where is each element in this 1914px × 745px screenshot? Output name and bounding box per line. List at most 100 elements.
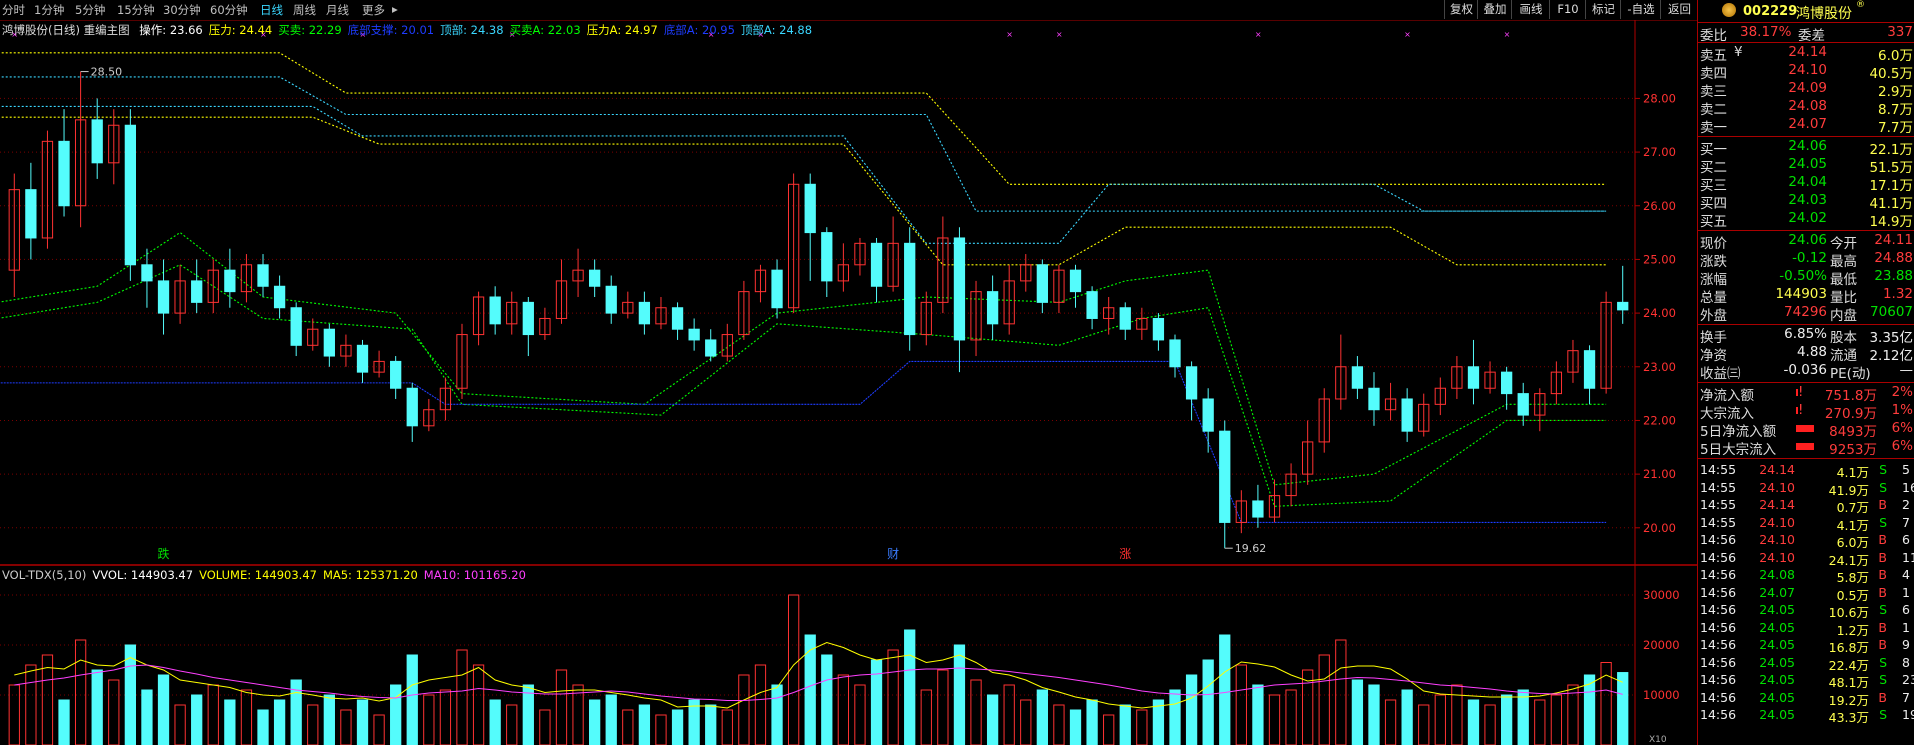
fundamental-row: 收益㈢ -0.036 PE(动) —	[1698, 362, 1914, 382]
volume-bar	[1550, 694, 1563, 745]
divider	[1698, 22, 1914, 23]
stat-value-2: 70607	[1870, 304, 1913, 320]
tick-volume: 4.1万	[1836, 517, 1869, 533]
volume-bar	[8, 684, 20, 745]
volume-bar	[58, 699, 70, 745]
volume-bar	[472, 664, 485, 745]
ask-row: 卖三 24.09 2.9万	[1698, 80, 1914, 100]
tick-row: 14:55 24.10 41.9万 S 16	[1698, 480, 1914, 498]
candle-body	[605, 285, 617, 314]
timeframe-tab-7[interactable]: 周线	[293, 2, 316, 18]
volume-bar	[986, 694, 999, 745]
vol-legend-item-2: VOLUME: 144903.47	[199, 568, 317, 582]
tick-side: S	[1879, 479, 1887, 495]
volume-bar	[705, 704, 717, 745]
timeframe-tab-3[interactable]: 15分钟	[117, 2, 155, 18]
toolbar-button-5[interactable]: -自选	[1620, 0, 1661, 19]
tick-volume: 43.3万	[1828, 710, 1869, 725]
volume-tick-label: 20000	[1643, 638, 1680, 652]
top-line-b	[0, 105, 1607, 244]
legend-item-5: 买卖A: 22.03	[509, 23, 581, 37]
tick-count: 11	[1902, 549, 1914, 565]
volume-bar	[240, 689, 253, 745]
tick-price: 24.05	[1759, 672, 1795, 687]
timeframe-tab-4[interactable]: 30分钟	[163, 2, 201, 18]
candle-body	[406, 387, 418, 427]
candle-body	[953, 237, 966, 341]
flow-bar	[1796, 443, 1814, 450]
fundamental-row: 净资 4.88 流通 2.12亿	[1698, 344, 1914, 364]
toolbar-button-2[interactable]: 画线	[1511, 0, 1550, 19]
tick-row: 14:56 24.05 16.8万 B 9	[1698, 637, 1914, 655]
kline-chart[interactable]: 28.00 27.00 26.00 25.00 24.00 23.00 22.00 21.00…	[0, 0, 1697, 745]
bid-price: 24.04	[1788, 174, 1827, 190]
volume-bar	[1103, 714, 1115, 745]
stat-value: -0.50%	[1779, 268, 1827, 284]
stock-name: 鸿博股份	[1796, 6, 1852, 22]
tick-price: 24.14	[1759, 462, 1795, 477]
bid-volume: 22.1万	[1869, 142, 1913, 158]
volume-bar	[1285, 689, 1297, 745]
timeframe-tab-1[interactable]: 1分钟	[34, 2, 64, 18]
high-marker-label: 28.50	[91, 66, 123, 79]
volume-bar	[1318, 654, 1330, 745]
vol-legend-item-4: MA10: 101165.20	[423, 568, 526, 582]
ask-volume: 2.9万	[1878, 84, 1913, 100]
timeframe-tab-6[interactable]: 日线	[260, 2, 283, 18]
chart-title: 鸿博股份(日线) 重编主图	[2, 23, 130, 37]
toolbar-button-0[interactable]: 复权	[1444, 0, 1478, 19]
tick-time: 14:56	[1700, 654, 1737, 670]
volume-bar	[340, 709, 352, 745]
fund-label-2: 股本	[1830, 330, 1857, 346]
volume-bar	[390, 684, 402, 745]
legend-item-3: 底部支撑: 20.01	[347, 23, 435, 37]
candle-body	[157, 280, 170, 314]
toolbar-button-1[interactable]: 叠加	[1477, 0, 1512, 19]
toolbar-button-3[interactable]: F10	[1549, 0, 1586, 19]
stat-value-2: 24.88	[1874, 250, 1913, 266]
weicha-label: 委差	[1798, 28, 1825, 44]
timeframe-tab-5[interactable]: 60分钟	[210, 2, 248, 18]
candle-body	[1119, 307, 1131, 330]
bid-price: 24.03	[1788, 192, 1827, 208]
resistance-line-b	[0, 116, 1607, 266]
volume-bar	[1434, 694, 1446, 745]
more-arrow-icon[interactable]: ▸	[392, 2, 398, 16]
candle-body	[870, 242, 883, 287]
candle-body	[986, 291, 999, 325]
candle-body	[821, 232, 833, 282]
bid-label: 买一	[1700, 142, 1727, 158]
bid-label: 买二	[1700, 160, 1727, 176]
timeframe-tab-8[interactable]: 月线	[326, 2, 349, 18]
candle-body	[257, 264, 269, 287]
scale-label: X10	[1649, 735, 1667, 745]
fund-value-2: 3.35亿	[1869, 330, 1913, 346]
bid-row: 买二 24.05 51.5万	[1698, 156, 1914, 176]
timeframe-tab-0[interactable]: 分时	[2, 2, 25, 18]
ask-row: 卖五 ¥24.14 6.0万	[1698, 44, 1914, 64]
volume-bar	[920, 689, 932, 745]
ask-label: 卖四	[1700, 66, 1727, 82]
tick-count: 6	[1902, 532, 1910, 547]
volume-bar	[439, 689, 452, 745]
volume-bar	[638, 704, 651, 745]
tick-row: 14:56 24.05 10.6万 S 6	[1698, 602, 1914, 620]
bid-price: 24.02	[1788, 210, 1827, 226]
price-tick-label: 21.00	[1643, 467, 1676, 481]
volume-bar	[1202, 659, 1214, 745]
timeframe-tab-9[interactable]: 更多	[362, 2, 385, 18]
volume-bar	[1219, 634, 1231, 745]
timeframe-tab-2[interactable]: 5分钟	[75, 2, 105, 18]
volume-bar	[406, 654, 418, 745]
candle-body	[390, 360, 402, 389]
volume-bar	[25, 664, 37, 745]
flow-label: 5日大宗流入	[1700, 442, 1777, 458]
toolbar-button-4[interactable]: 标记	[1585, 0, 1621, 19]
ask-volume: 40.5万	[1869, 66, 1913, 82]
stat-value-2: 23.88	[1874, 268, 1913, 284]
flow-value: 8493万	[1829, 424, 1877, 440]
fund-label-2: 流通	[1830, 348, 1857, 364]
toolbar-button-6[interactable]: 返回	[1660, 0, 1698, 19]
volume-bar	[854, 684, 866, 745]
stat-label: 总量	[1700, 290, 1727, 306]
